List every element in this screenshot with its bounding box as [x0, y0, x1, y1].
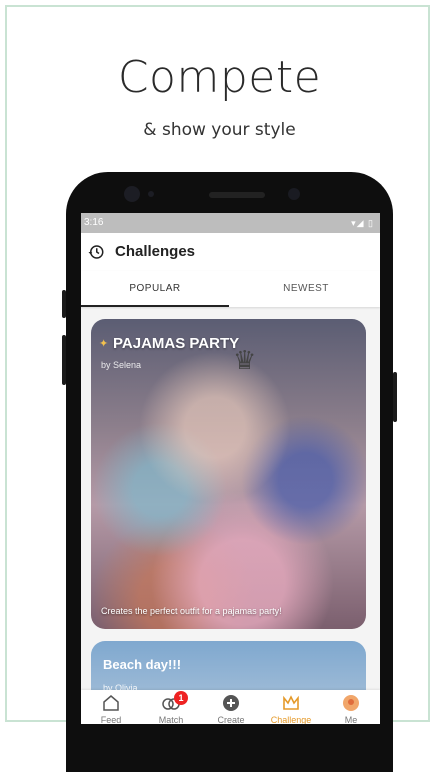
tab-popular[interactable]: POPULAR	[81, 271, 229, 307]
match-badge: 1	[174, 691, 188, 705]
nav-challenge-label: Challenge	[270, 715, 312, 724]
phone-screen: 3:16 ▾◢ ▯ Challenges POPULAR NEWEST ✦ PA…	[81, 213, 380, 724]
nav-create[interactable]: Create	[201, 690, 261, 724]
sensor-icon	[148, 191, 154, 197]
challenge-author: by Selena	[101, 360, 142, 370]
tab-indicator	[81, 305, 229, 307]
challenge-card[interactable]: ✦ PAJAMAS PARTY by Selena ♛ Creates the …	[91, 319, 366, 629]
crown-photo-icon: ♛	[233, 345, 257, 375]
nav-feed[interactable]: Feed	[81, 690, 141, 724]
party-popper-icon: ✦	[99, 338, 109, 350]
nav-match-label: Match	[158, 715, 184, 724]
nav-create-label: Create	[217, 715, 245, 724]
side-button-right	[393, 372, 397, 422]
bottom-nav: Feed 1 Match Create Challenge Me	[81, 690, 380, 724]
status-time: 3:16	[84, 217, 104, 228]
status-bar: 3:16 ▾◢ ▯	[81, 213, 380, 233]
side-button-left-2	[62, 335, 66, 385]
plus-circle-icon	[223, 695, 239, 711]
nav-feed-label: Feed	[100, 715, 122, 724]
app-bar: Challenges	[81, 233, 380, 271]
promo-headline: Compete	[117, 52, 322, 103]
crown-icon	[283, 695, 299, 710]
side-button-left	[62, 290, 66, 318]
tab-bar: POPULAR NEWEST	[81, 271, 380, 307]
promo-subhead: & show your style	[143, 120, 296, 140]
speaker-grille	[209, 192, 265, 198]
front-camera-icon	[124, 186, 140, 202]
home-icon	[103, 695, 119, 711]
history-icon[interactable]	[87, 243, 105, 261]
page-title: Challenges	[115, 243, 196, 260]
nav-match[interactable]: 1 Match	[141, 690, 201, 724]
nav-me[interactable]: Me	[321, 690, 380, 724]
avatar-icon	[343, 695, 359, 711]
sensor-right-icon	[288, 188, 300, 200]
challenge-description: Creates the perfect outfit for a pajamas…	[101, 606, 282, 616]
challenge-title-2: Beach day!!!	[103, 657, 182, 672]
nav-me-label: Me	[344, 715, 358, 724]
status-icons: ▾◢ ▯	[351, 218, 374, 228]
challenge-title: PAJAMAS PARTY	[113, 335, 240, 352]
tab-newest[interactable]: NEWEST	[232, 271, 380, 307]
nav-challenge[interactable]: Challenge	[261, 690, 321, 724]
